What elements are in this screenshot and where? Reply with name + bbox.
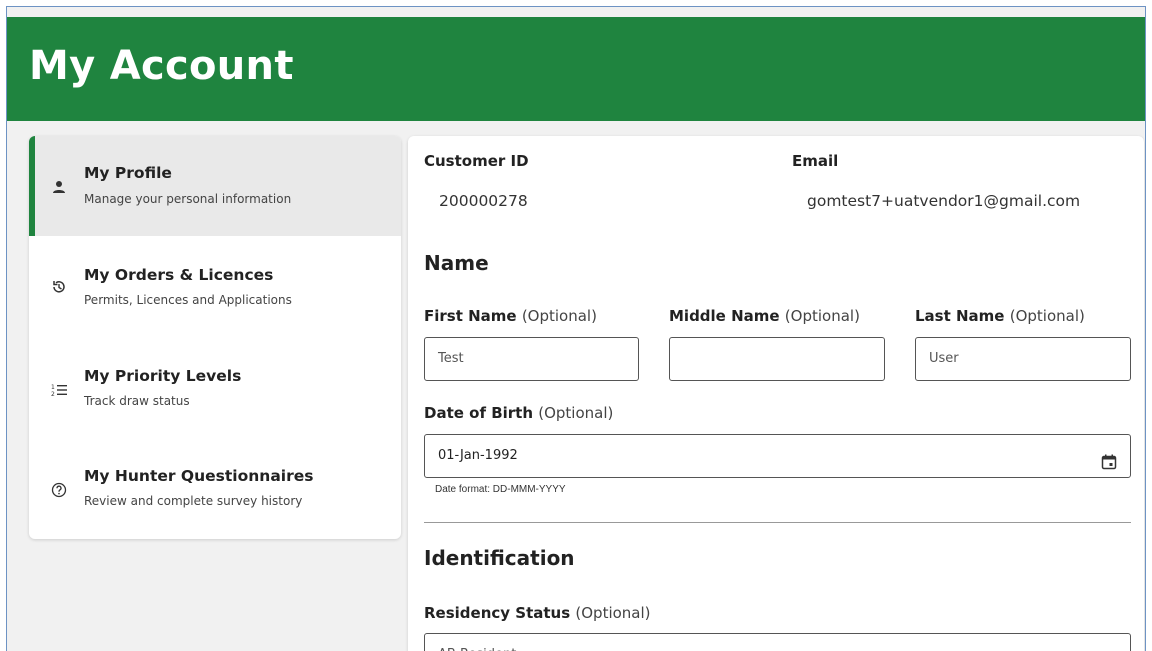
sidebar-item-subtitle: Review and complete survey history bbox=[84, 494, 303, 508]
sidebar-item-subtitle: Permits, Licences and Applications bbox=[84, 293, 292, 307]
residency-status-select[interactable]: AB Resident bbox=[424, 633, 1131, 651]
last-name-field[interactable]: User bbox=[915, 337, 1131, 381]
numbered-list-icon: 12 bbox=[49, 380, 69, 400]
date-format-hint: Date format: DD-MMM-YYYY bbox=[435, 484, 566, 495]
svg-text:1: 1 bbox=[51, 384, 55, 391]
header-bar: My Account bbox=[7, 17, 1145, 121]
section-divider bbox=[424, 522, 1131, 523]
email-value: gomtest7+uatvendor1@gmail.com bbox=[807, 192, 1081, 210]
first-name-label: First Name (Optional) bbox=[424, 307, 597, 325]
app-frame: My Account My Profile Manage your person… bbox=[6, 6, 1146, 651]
date-of-birth-field[interactable]: 01-Jan-1992 bbox=[424, 434, 1131, 478]
sidebar-item-title: My Priority Levels bbox=[84, 367, 242, 385]
residency-status-label: Residency Status (Optional) bbox=[424, 604, 651, 622]
sidebar-item-my-profile[interactable]: My Profile Manage your personal informat… bbox=[29, 136, 401, 236]
identification-heading: Identification bbox=[424, 546, 575, 570]
sidebar: My Profile Manage your personal informat… bbox=[29, 136, 401, 539]
page-title: My Account bbox=[29, 43, 294, 89]
sidebar-item-title: My Orders & Licences bbox=[84, 266, 274, 284]
customer-id-value: 200000278 bbox=[439, 192, 528, 210]
calendar-icon[interactable] bbox=[1100, 447, 1118, 470]
email-label: Email bbox=[792, 152, 839, 170]
middle-name-field[interactable] bbox=[669, 337, 885, 381]
last-name-label: Last Name (Optional) bbox=[915, 307, 1085, 325]
name-heading: Name bbox=[424, 251, 489, 275]
svg-text:2: 2 bbox=[51, 391, 55, 397]
sidebar-item-title: My Profile bbox=[84, 164, 172, 182]
date-of-birth-label: Date of Birth (Optional) bbox=[424, 404, 614, 422]
first-name-field[interactable]: Test bbox=[424, 337, 639, 381]
sidebar-item-my-orders-licences[interactable]: My Orders & Licences Permits, Licences a… bbox=[29, 236, 401, 336]
profile-panel: Customer ID 200000278 Email gomtest7+uat… bbox=[408, 136, 1144, 651]
sidebar-item-title: My Hunter Questionnaires bbox=[84, 467, 314, 485]
person-icon bbox=[49, 177, 69, 197]
date-of-birth-value: 01-Jan-1992 bbox=[438, 448, 518, 463]
sidebar-item-my-hunter-questionnaires[interactable]: My Hunter Questionnaires Review and comp… bbox=[29, 436, 401, 536]
sidebar-item-subtitle: Track draw status bbox=[84, 394, 190, 408]
sidebar-item-my-priority-levels[interactable]: 12 My Priority Levels Track draw status bbox=[29, 336, 401, 436]
help-circle-icon bbox=[49, 480, 69, 500]
sidebar-item-subtitle: Manage your personal information bbox=[84, 192, 292, 206]
middle-name-label: Middle Name (Optional) bbox=[669, 307, 860, 325]
history-icon bbox=[49, 277, 69, 297]
customer-id-label: Customer ID bbox=[424, 152, 529, 170]
